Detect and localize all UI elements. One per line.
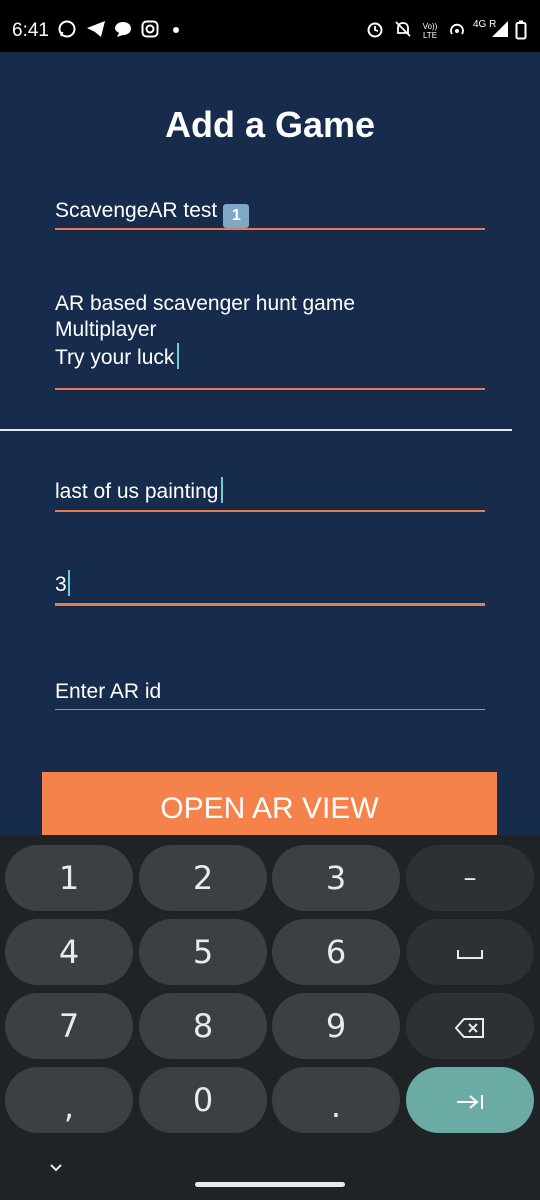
chat-icon	[114, 20, 132, 44]
key-7[interactable]: 7	[5, 993, 133, 1059]
key-backspace[interactable]	[406, 993, 534, 1059]
ar-id-field[interactable]: Enter AR id	[55, 679, 485, 710]
number-underline	[55, 603, 485, 606]
whatsapp-icon	[58, 20, 76, 44]
game-name-value: ScavengeAR test	[55, 199, 218, 222]
page-title: Add a Game	[164, 104, 376, 145]
key-4[interactable]: 4	[5, 919, 133, 985]
numeric-keyboard: 1 2 3 – 4 5 6 7 8 9 , 0 .	[0, 835, 540, 1200]
key-9[interactable]: 9	[272, 993, 400, 1059]
description-field[interactable]: AR based scavenger hunt game Multiplayer…	[55, 291, 485, 390]
section-divider	[0, 429, 512, 431]
key-5[interactable]: 5	[139, 919, 267, 985]
key-0[interactable]: 0	[139, 1067, 267, 1133]
notification-dot-icon	[172, 20, 180, 44]
status-bar: 6:41 Vo)) LTE 4G R	[0, 0, 540, 52]
key-3[interactable]: 3	[272, 845, 400, 911]
chevron-down-icon[interactable]	[46, 1158, 66, 1178]
instagram-icon	[141, 20, 159, 44]
clue-field[interactable]: last of us painting	[55, 477, 485, 512]
alarm-icon	[366, 20, 384, 44]
text-cursor	[221, 477, 224, 503]
key-period[interactable]: .	[272, 1067, 400, 1133]
text-cursor	[177, 343, 180, 369]
key-2[interactable]: 2	[139, 845, 267, 911]
number-field[interactable]: 3	[55, 570, 485, 606]
status-time: 6:41	[12, 20, 49, 41]
key-8[interactable]: 8	[139, 993, 267, 1059]
ar-id-underline	[55, 709, 485, 710]
home-indicator[interactable]	[195, 1182, 345, 1187]
game-name-field[interactable]: ScavengeAR test 1	[55, 198, 485, 230]
number-value: 3	[55, 573, 67, 596]
hotspot-icon	[448, 20, 466, 44]
backspace-icon	[454, 1007, 486, 1045]
number-one-emoji: 1	[223, 204, 250, 228]
clue-underline	[55, 510, 485, 512]
mute-icon	[394, 20, 412, 44]
ar-id-placeholder: Enter AR id	[55, 680, 162, 703]
add-game-screen: Add a Game ScavengeAR test 1 AR based sca…	[0, 52, 540, 836]
description-value: AR based scavenger hunt game Multiplayer…	[55, 292, 356, 369]
game-name-underline	[55, 228, 485, 230]
key-minus[interactable]: –	[406, 845, 534, 911]
key-comma[interactable]: ,	[5, 1067, 133, 1133]
telegram-icon	[86, 20, 106, 44]
description-underline	[55, 388, 485, 390]
key-next[interactable]	[406, 1067, 534, 1133]
clue-value: last of us painting	[55, 480, 219, 503]
next-field-icon	[455, 1081, 485, 1119]
battery-icon	[515, 20, 527, 46]
text-cursor	[67, 570, 70, 596]
space-icon	[456, 933, 484, 971]
key-space[interactable]	[406, 919, 534, 985]
signal-icon	[491, 20, 509, 44]
volte-label: Vo)) LTE	[422, 22, 438, 40]
key-6[interactable]: 6	[272, 919, 400, 985]
key-1[interactable]: 1	[5, 845, 133, 911]
open-ar-view-button[interactable]: OPEN AR VIEW	[42, 772, 497, 836]
